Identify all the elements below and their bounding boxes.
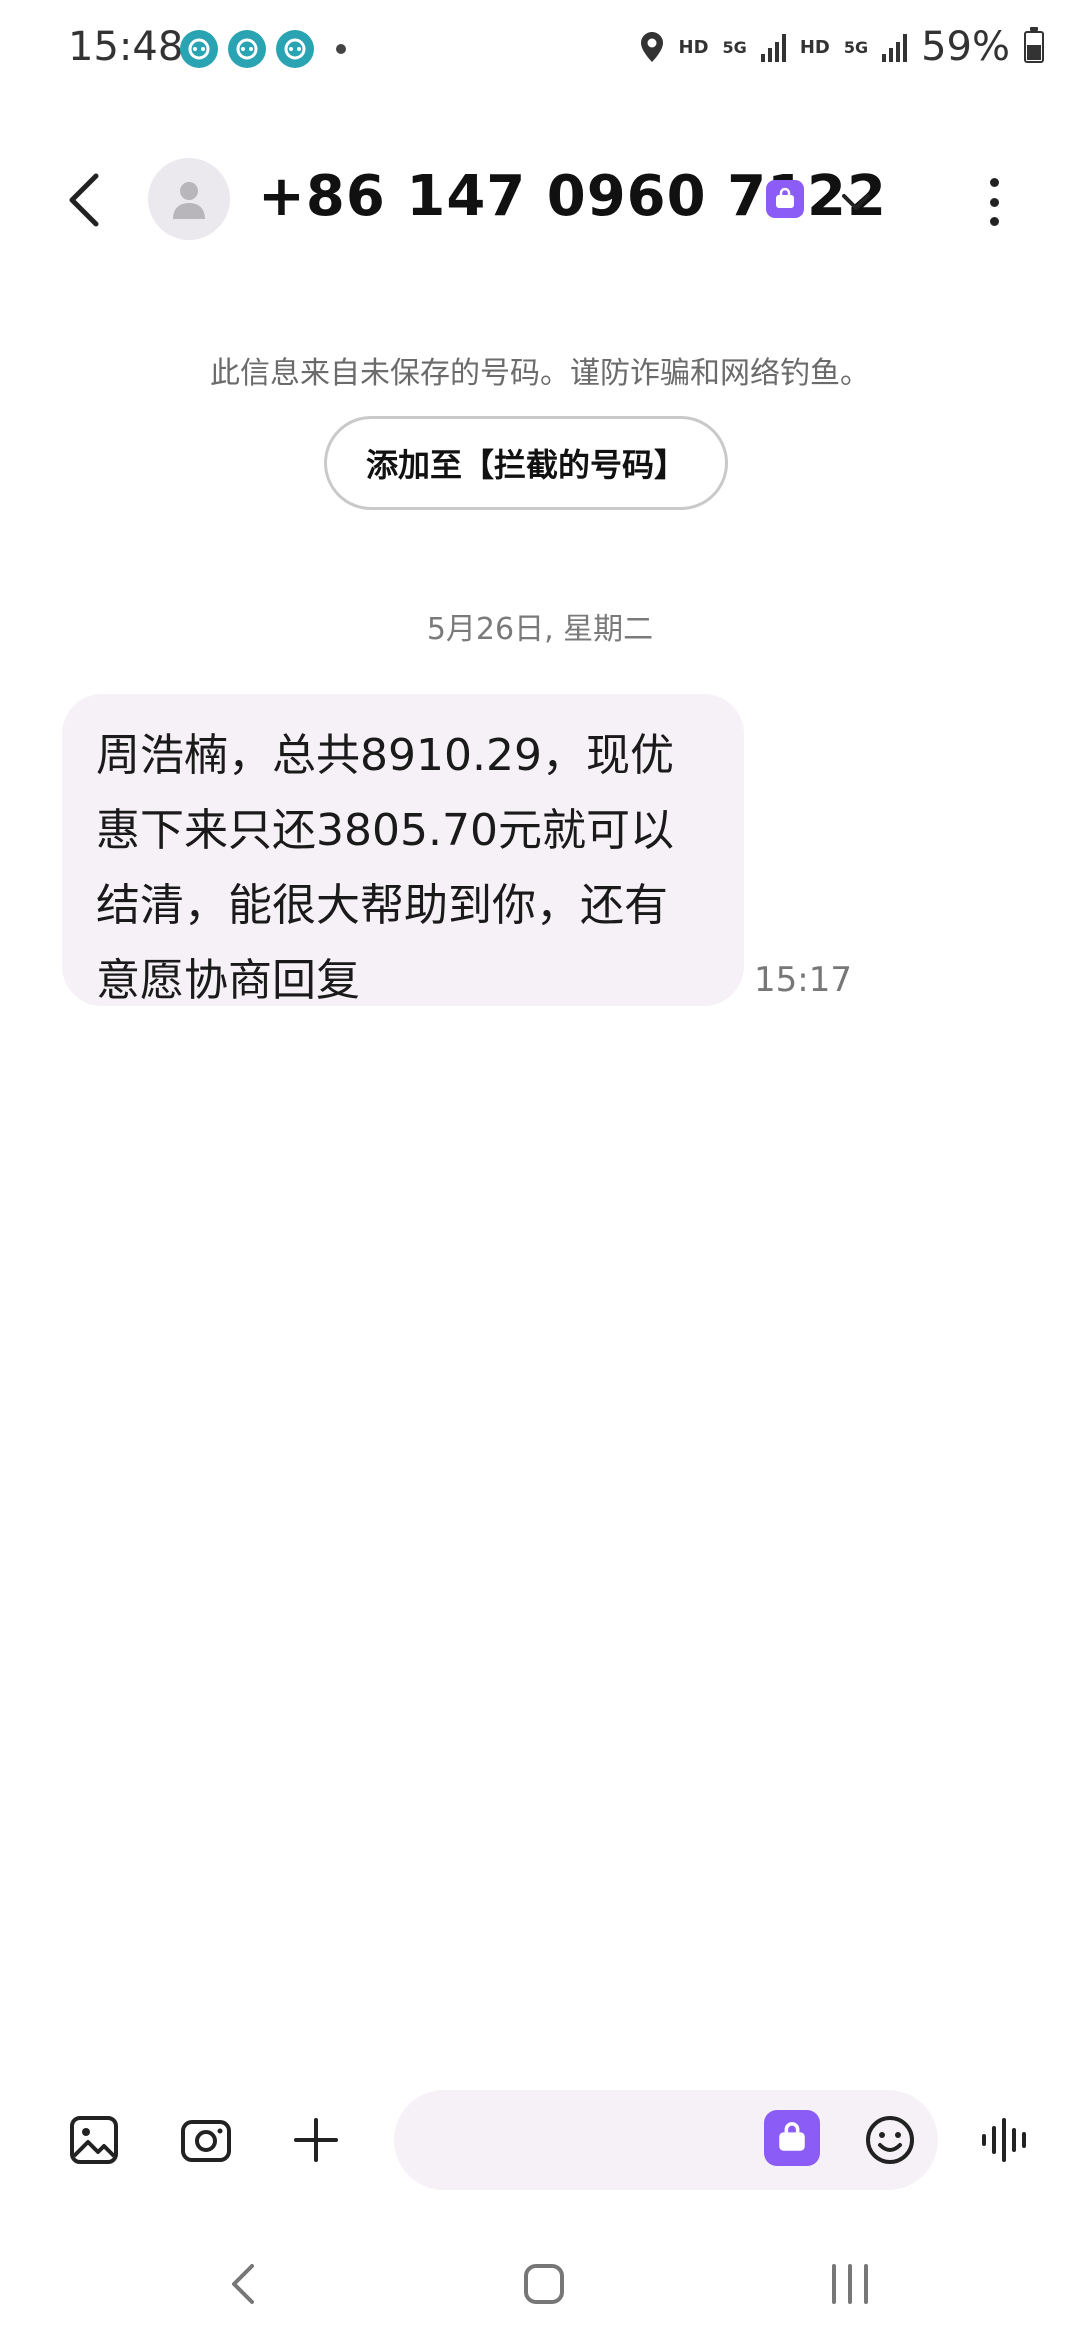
contact-avatar[interactable]: [148, 158, 230, 240]
more-notifications-dot: [336, 44, 346, 54]
message-time: 15:17: [754, 960, 852, 1000]
briefcase-icon: [766, 180, 804, 218]
waveform-icon: [982, 2118, 1026, 2162]
message-input-container[interactable]: [394, 2090, 938, 2190]
back-icon: [232, 2264, 254, 2304]
status-indicators: HD 5G HD 5G 59%: [639, 22, 1044, 72]
date-separator: 5月26日, 星期二: [426, 612, 654, 647]
camera-button[interactable]: [178, 2112, 234, 2168]
gallery-button[interactable]: [66, 2112, 122, 2168]
dot: [989, 178, 999, 187]
emoji-button[interactable]: [862, 2112, 918, 2168]
chevron-down-icon: [842, 194, 870, 210]
hd-label: HD: [678, 36, 709, 58]
briefcase-icon: [779, 2122, 805, 2151]
message-bubble[interactable]: 周浩楠，总共8910.29，现优惠下来只还3805.70元就可以结清，能很大帮助…: [62, 694, 744, 1006]
hd-label: HD: [799, 36, 830, 58]
app-notification-icon: [276, 30, 314, 68]
message-composer: [0, 2090, 1080, 2190]
signal-icon: [760, 32, 786, 62]
nav-recents-button[interactable]: [820, 2254, 880, 2314]
smiley-icon: [866, 2116, 914, 2164]
app-notification-icon: [228, 30, 266, 68]
network-label: 5G: [843, 37, 869, 57]
more-options-button[interactable]: [974, 174, 1014, 230]
status-time: 15:48: [68, 24, 184, 70]
dot: [989, 217, 999, 226]
network-label: 5G: [722, 37, 747, 57]
app-notification-icon: [180, 30, 218, 68]
message-input[interactable]: [424, 2110, 754, 2170]
conversation-header: +86 147 0960 7122: [0, 140, 1080, 260]
message-text: 周浩楠，总共8910.29，现优惠下来只还3805.70元就可以结清，能很大帮助…: [96, 730, 674, 1006]
nav-back-button[interactable]: [214, 2254, 274, 2314]
signal-icon: [882, 32, 908, 62]
back-button[interactable]: [56, 168, 116, 232]
dot: [989, 197, 999, 207]
block-number-button[interactable]: 添加至【拦截的号码】: [324, 416, 728, 510]
attach-button[interactable]: [288, 2112, 344, 2168]
status-bar: 15:48 HD 5G HD 5G 59%: [0, 0, 1080, 96]
plus-icon: [294, 2118, 338, 2162]
unknown-number-notice: 此信息来自未保存的号码。谨防诈骗和网络钓鱼。: [210, 356, 870, 391]
home-icon: [524, 2264, 564, 2304]
camera-icon: [181, 2120, 231, 2162]
image-icon: [70, 2116, 118, 2164]
recents-icon: [832, 2264, 868, 2304]
person-icon: [173, 182, 205, 219]
battery-icon: [1024, 27, 1044, 63]
briefcase-button[interactable]: [764, 2110, 820, 2166]
location-icon: [640, 32, 663, 62]
nav-home-button[interactable]: [514, 2254, 574, 2314]
battery-percent: 59%: [921, 24, 1010, 70]
chevron-left-icon: [69, 173, 99, 227]
voice-record-button[interactable]: [978, 2112, 1034, 2168]
system-navigation-bar: [0, 2240, 1080, 2340]
expand-details-button[interactable]: [836, 182, 876, 222]
